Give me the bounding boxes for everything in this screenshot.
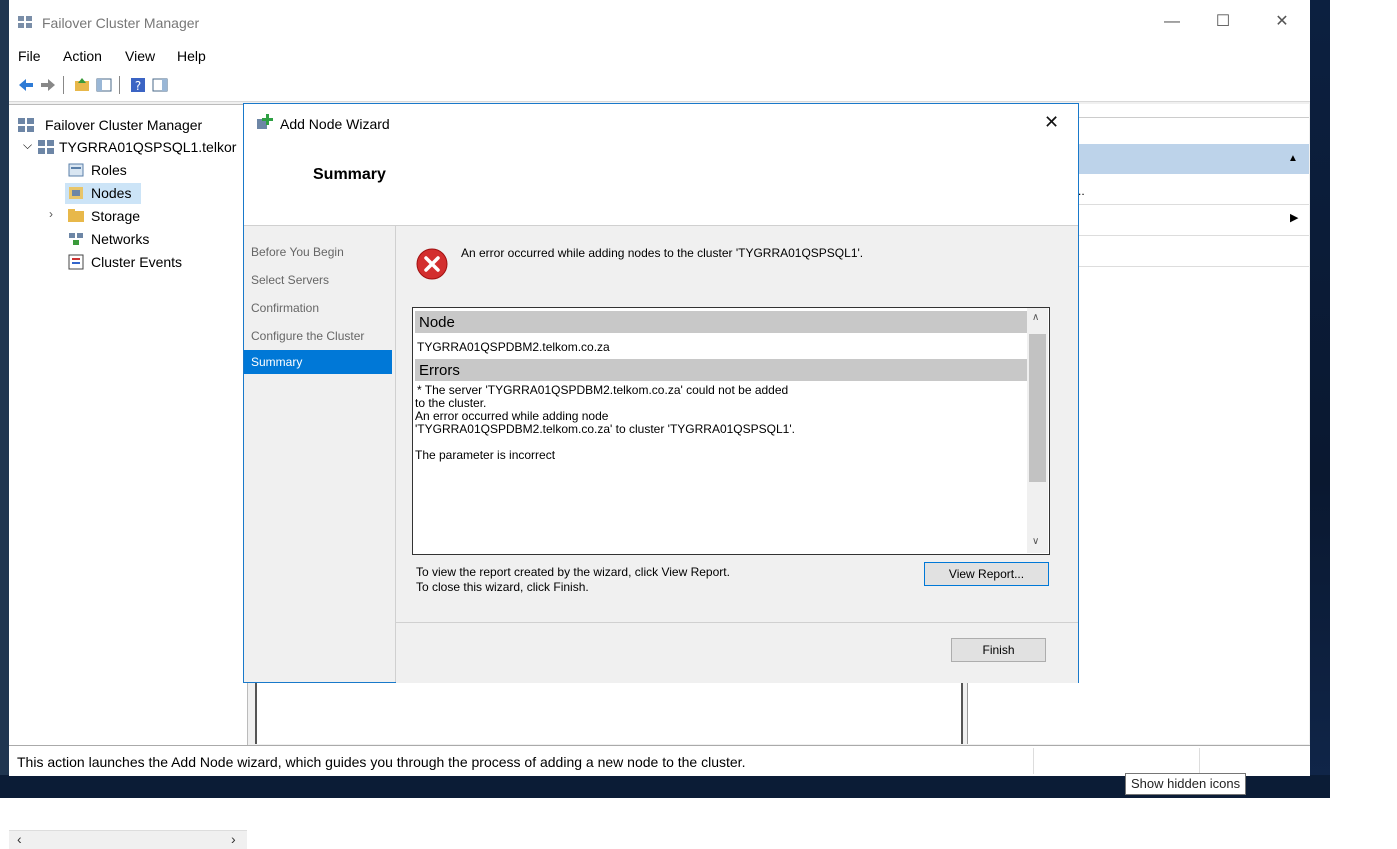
error-line: 'TYGRRA01QSPDBM2.telkom.co.za' to cluste… [415, 422, 795, 436]
tree-root-failover-cluster-manager[interactable]: Failover Cluster Manager [45, 117, 202, 133]
desktop-background-right [1310, 0, 1330, 798]
status-divider [1033, 748, 1034, 774]
collapse-up-icon[interactable]: ▲ [1288, 153, 1298, 164]
toolbar-separator [119, 76, 120, 94]
results-textbox[interactable]: Node TYGRRA01QSPDBM2.telkom.co.za Errors… [412, 307, 1050, 555]
tree-item-roles[interactable]: Roles [91, 162, 127, 178]
scroll-left-icon[interactable]: ‹ [17, 831, 22, 847]
error-line: An error occurred while adding node [415, 409, 609, 423]
error-line: The parameter is incorrect [415, 448, 556, 462]
tree-item-networks[interactable]: Networks [91, 231, 149, 247]
finish-button[interactable]: Finish [951, 638, 1046, 662]
networks-icon [69, 233, 83, 245]
errors-header: Errors [415, 359, 1027, 381]
back-arrow-icon[interactable] [17, 76, 35, 94]
scroll-down-icon[interactable]: ∨ [1032, 536, 1039, 547]
error-line: * The server 'TYGRRA01QSPDBM2.telkom.co.… [417, 383, 789, 397]
chevron-down-icon[interactable]: ⌵ [23, 138, 32, 153]
error-message: An error occurred while adding nodes to … [461, 246, 864, 260]
cluster-manager-icon [18, 118, 34, 132]
close-button[interactable]: ✕ [1259, 10, 1305, 34]
view-report-button[interactable]: View Report... [924, 562, 1049, 586]
show-hide-console-tree-icon[interactable] [95, 76, 113, 94]
roles-icon [68, 163, 84, 177]
menu-file[interactable]: File [18, 48, 41, 64]
chevron-right-icon[interactable]: › [49, 207, 53, 221]
add-node-icon [257, 114, 273, 129]
scroll-thumb[interactable] [1029, 334, 1046, 482]
scroll-right-icon[interactable]: › [231, 831, 236, 847]
desktop-background-left [0, 0, 9, 798]
results-vertical-scrollbar[interactable]: ∧ ∨ [1027, 308, 1048, 553]
step-configure-the-cluster[interactable]: Configure the Cluster [251, 329, 364, 343]
step-summary-label: Summary [251, 355, 303, 369]
help-icon[interactable]: ? [129, 76, 147, 94]
dialog-close-button[interactable]: ✕ [1044, 112, 1059, 133]
cluster-events-icon [68, 254, 84, 270]
wizard-page-heading: Summary [313, 166, 386, 183]
status-bar: This action launches the Add Node wizard… [9, 745, 1310, 776]
storage-icon [68, 209, 84, 222]
toolbar-separator [63, 76, 64, 94]
tree-item-storage[interactable]: Storage [91, 208, 140, 224]
maximize-button[interactable]: ☐ [1200, 10, 1246, 34]
svg-text:?: ? [135, 79, 141, 93]
step-before-you-begin[interactable]: Before You Begin [251, 245, 344, 259]
cluster-manager-icon [18, 16, 32, 28]
node-header-label: Node [419, 314, 455, 331]
tree-item-nodes[interactable]: Nodes [91, 185, 131, 201]
wizard-steps-nav: Before You Begin Select Servers Confirma… [244, 226, 396, 682]
step-summary[interactable]: Summary [244, 350, 392, 374]
scroll-up-icon[interactable]: ∧ [1032, 312, 1039, 323]
status-divider [1199, 748, 1200, 774]
menu-help[interactable]: Help [177, 48, 206, 64]
wizard-footer: Finish [396, 622, 1078, 683]
submenu-arrow-icon[interactable]: ▶ [1290, 211, 1298, 224]
cluster-icon [38, 140, 54, 154]
dialog-title-bar[interactable]: Add Node Wizard ✕ [244, 104, 1078, 140]
error-line: to the cluster. [415, 396, 487, 410]
window-title: Failover Cluster Manager [42, 15, 200, 31]
toolbar: ? [9, 68, 1310, 102]
menu-bar: File Action View Help [9, 44, 1310, 68]
node-value: TYGRRA01QSPDBM2.telkom.co.za [417, 340, 610, 354]
add-node-wizard-dialog: Add Node Wizard ✕ Summary Before You Beg… [243, 103, 1079, 683]
up-folder-icon[interactable] [73, 76, 91, 94]
errors-header-label: Errors [419, 362, 460, 379]
tree-cluster[interactable]: TYGRRA01QSPSQL1.telkor [59, 139, 236, 155]
error-icon [416, 248, 448, 280]
forward-arrow-icon[interactable] [39, 76, 57, 94]
wizard-content: An error occurred while adding nodes to … [396, 226, 1078, 622]
dialog-title: Add Node Wizard [280, 116, 390, 132]
show-hidden-icons-tooltip: Show hidden icons [1125, 773, 1247, 795]
step-confirmation[interactable]: Confirmation [251, 301, 319, 315]
node-header: Node [415, 311, 1027, 333]
view-report-hint: To view the report created by the wizard… [416, 565, 730, 579]
console-tree: Failover Cluster Manager ⌵ TYGRRA01QSPSQ… [9, 104, 248, 849]
menu-view[interactable]: View [125, 48, 155, 64]
menu-action[interactable]: Action [63, 48, 102, 64]
step-select-servers[interactable]: Select Servers [251, 273, 329, 287]
title-bar[interactable]: Failover Cluster Manager — ☐ ✕ [9, 0, 1310, 44]
nodes-icon [69, 187, 83, 199]
tree-horizontal-scrollbar[interactable]: ‹ › [9, 830, 247, 849]
show-hide-action-pane-icon[interactable] [151, 76, 169, 94]
finish-hint: To close this wizard, click Finish. [416, 580, 589, 594]
actions-truncated-item[interactable]: .. [1078, 184, 1085, 198]
minimize-button[interactable]: — [1149, 10, 1195, 34]
tree-item-cluster-events[interactable]: Cluster Events [91, 254, 182, 270]
status-text: This action launches the Add Node wizard… [17, 754, 746, 770]
